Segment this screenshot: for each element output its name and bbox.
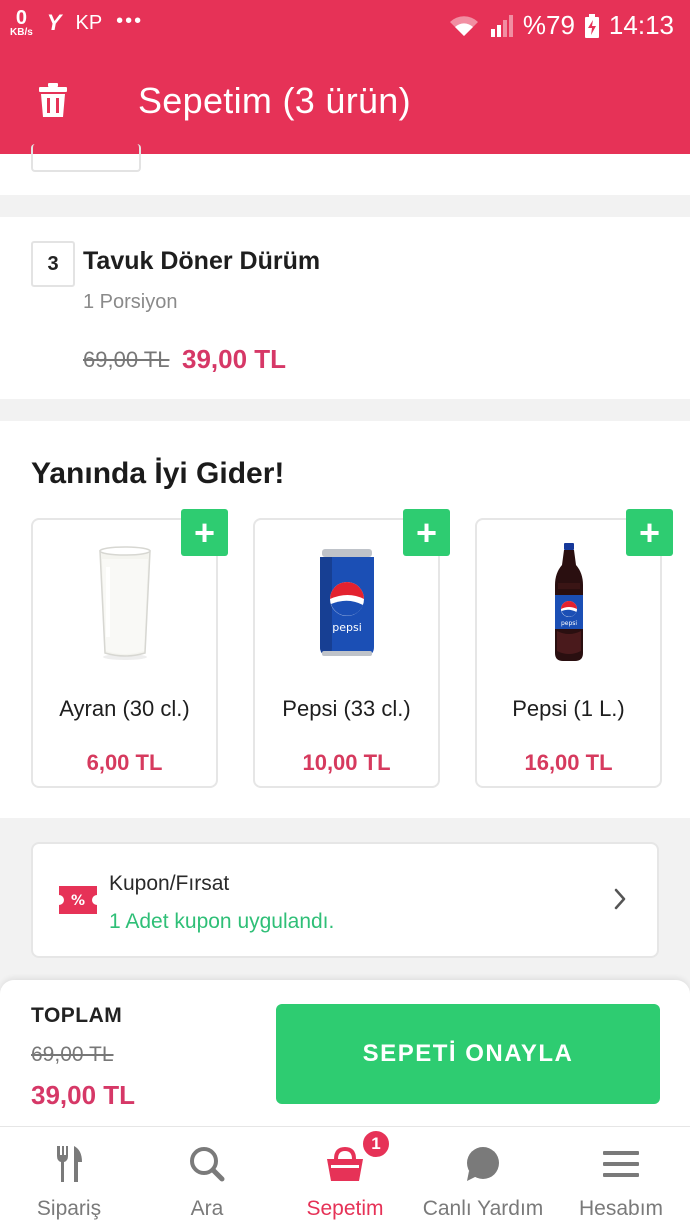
status-bar: 0 KB/s Y KP ••• %79 14:13	[0, 0, 690, 50]
cart-item-previous	[0, 144, 690, 195]
extras-section: Yanında İyi Gider! Ayran (30 cl.) 6,00 T…	[0, 421, 690, 818]
svg-text:pepsi: pepsi	[560, 620, 576, 627]
pepsi-bottle-icon: pepsi	[477, 538, 660, 668]
cart-count-badge: 1	[361, 1129, 391, 1159]
product-card-pepsi-can[interactable]: pepsi Pepsi (33 cl.) 10,00 TL	[253, 518, 440, 788]
nav-label: Canlı Yardım	[422, 1197, 544, 1220]
chat-bubble-icon	[465, 1145, 501, 1183]
order-summary: TOPLAM 69,00 TL 39,00 TL SEPETİ ONAYLA	[0, 980, 690, 1126]
add-pepsi-can-button[interactable]: +	[403, 509, 450, 556]
trash-icon[interactable]	[38, 83, 68, 122]
extras-title: Yanında İyi Gider!	[31, 457, 285, 490]
product-name: Pepsi (33 cl.)	[282, 696, 411, 721]
total-label: TOPLAM	[31, 1004, 123, 1027]
ayran-glass-icon	[33, 538, 216, 668]
svg-text:pepsi: pepsi	[332, 621, 362, 634]
coupon-row[interactable]: % Kupon/Fırsat 1 Adet kupon uygulandı.	[31, 842, 659, 958]
status-bar-left: 0 KB/s Y KP •••	[10, 8, 143, 38]
search-icon	[189, 1145, 225, 1183]
pepsi-can-icon: pepsi	[255, 538, 438, 668]
nav-label: Sipariş	[36, 1197, 102, 1220]
coupon-title: Kupon/Fırsat	[109, 872, 230, 895]
coupon-icon-text: %	[71, 893, 85, 909]
page-title: Sepetim (3 ürün)	[138, 80, 411, 121]
battery-percent: %79	[522, 10, 575, 40]
more-notifications-icon: •••	[116, 10, 144, 32]
add-pepsi-bottle-button[interactable]: +	[626, 509, 673, 556]
app-bar: Sepetim (3 ürün)	[0, 50, 690, 154]
nav-item-canli-yardim[interactable]: Canlı Yardım	[414, 1127, 552, 1227]
status-bar-right: %79 14:13	[449, 10, 674, 41]
nav-item-siparis[interactable]: Sipariş	[0, 1127, 138, 1227]
product-price: 10,00 TL	[302, 750, 391, 775]
product-name: Pepsi (1 L.)	[512, 696, 625, 721]
quantity-box[interactable]: 3	[31, 241, 75, 287]
nav-item-sepetim[interactable]: 1 Sepetim	[276, 1127, 414, 1227]
total-new-price: 39,00 TL	[31, 1080, 136, 1110]
signal-icon	[490, 14, 513, 37]
carrier-icon: Y	[46, 10, 62, 35]
menu-icon	[603, 1145, 639, 1183]
fork-knife-icon	[55, 1145, 83, 1183]
quantity-box-partial	[31, 144, 141, 172]
network-speed: 0 KB/s	[10, 8, 33, 38]
item-old-price: 69,00 TL	[83, 347, 170, 372]
item-name: Tavuk Döner Dürüm	[83, 247, 321, 275]
nav-item-hesabim[interactable]: Hesabım	[552, 1127, 690, 1227]
clock: 14:13	[608, 10, 674, 40]
network-speed-value: 0	[15, 7, 27, 29]
product-name: Ayran (30 cl.)	[59, 696, 190, 721]
nav-label: Hesabım	[578, 1197, 664, 1220]
bottom-nav: Sipariş Ara 1 Sepetim Canlı Yardım Hesab…	[0, 1126, 690, 1227]
product-price: 6,00 TL	[86, 750, 163, 775]
item-portion: 1 Porsiyon	[83, 291, 178, 313]
nav-label: Ara	[190, 1197, 224, 1220]
coupon-ticket-icon: %	[59, 886, 97, 919]
network-speed-unit: KB/s	[10, 27, 33, 38]
product-card-pepsi-bottle[interactable]: pepsi Pepsi (1 L.) 16,00 TL	[475, 518, 662, 788]
nav-item-ara[interactable]: Ara	[138, 1127, 276, 1227]
cart-item[interactable]: 3 Tavuk Döner Dürüm 1 Porsiyon 69,00 TL …	[0, 217, 690, 399]
chevron-right-icon	[613, 888, 627, 915]
total-old-price: 69,00 TL	[31, 1043, 114, 1066]
nav-label: Sepetim	[306, 1197, 384, 1220]
product-price: 16,00 TL	[524, 750, 613, 775]
add-ayran-button[interactable]: +	[181, 509, 228, 556]
battery-charging-icon	[584, 13, 599, 38]
carrier-text: KP	[75, 12, 103, 34]
wifi-icon	[449, 15, 478, 36]
confirm-cart-button[interactable]: SEPETİ ONAYLA	[276, 1004, 660, 1104]
coupon-status: 1 Adet kupon uygulandı.	[109, 910, 335, 933]
product-card-ayran[interactable]: Ayran (30 cl.) 6,00 TL	[31, 518, 218, 788]
item-new-price: 39,00 TL	[182, 344, 287, 374]
basket-icon: 1	[327, 1129, 391, 1183]
